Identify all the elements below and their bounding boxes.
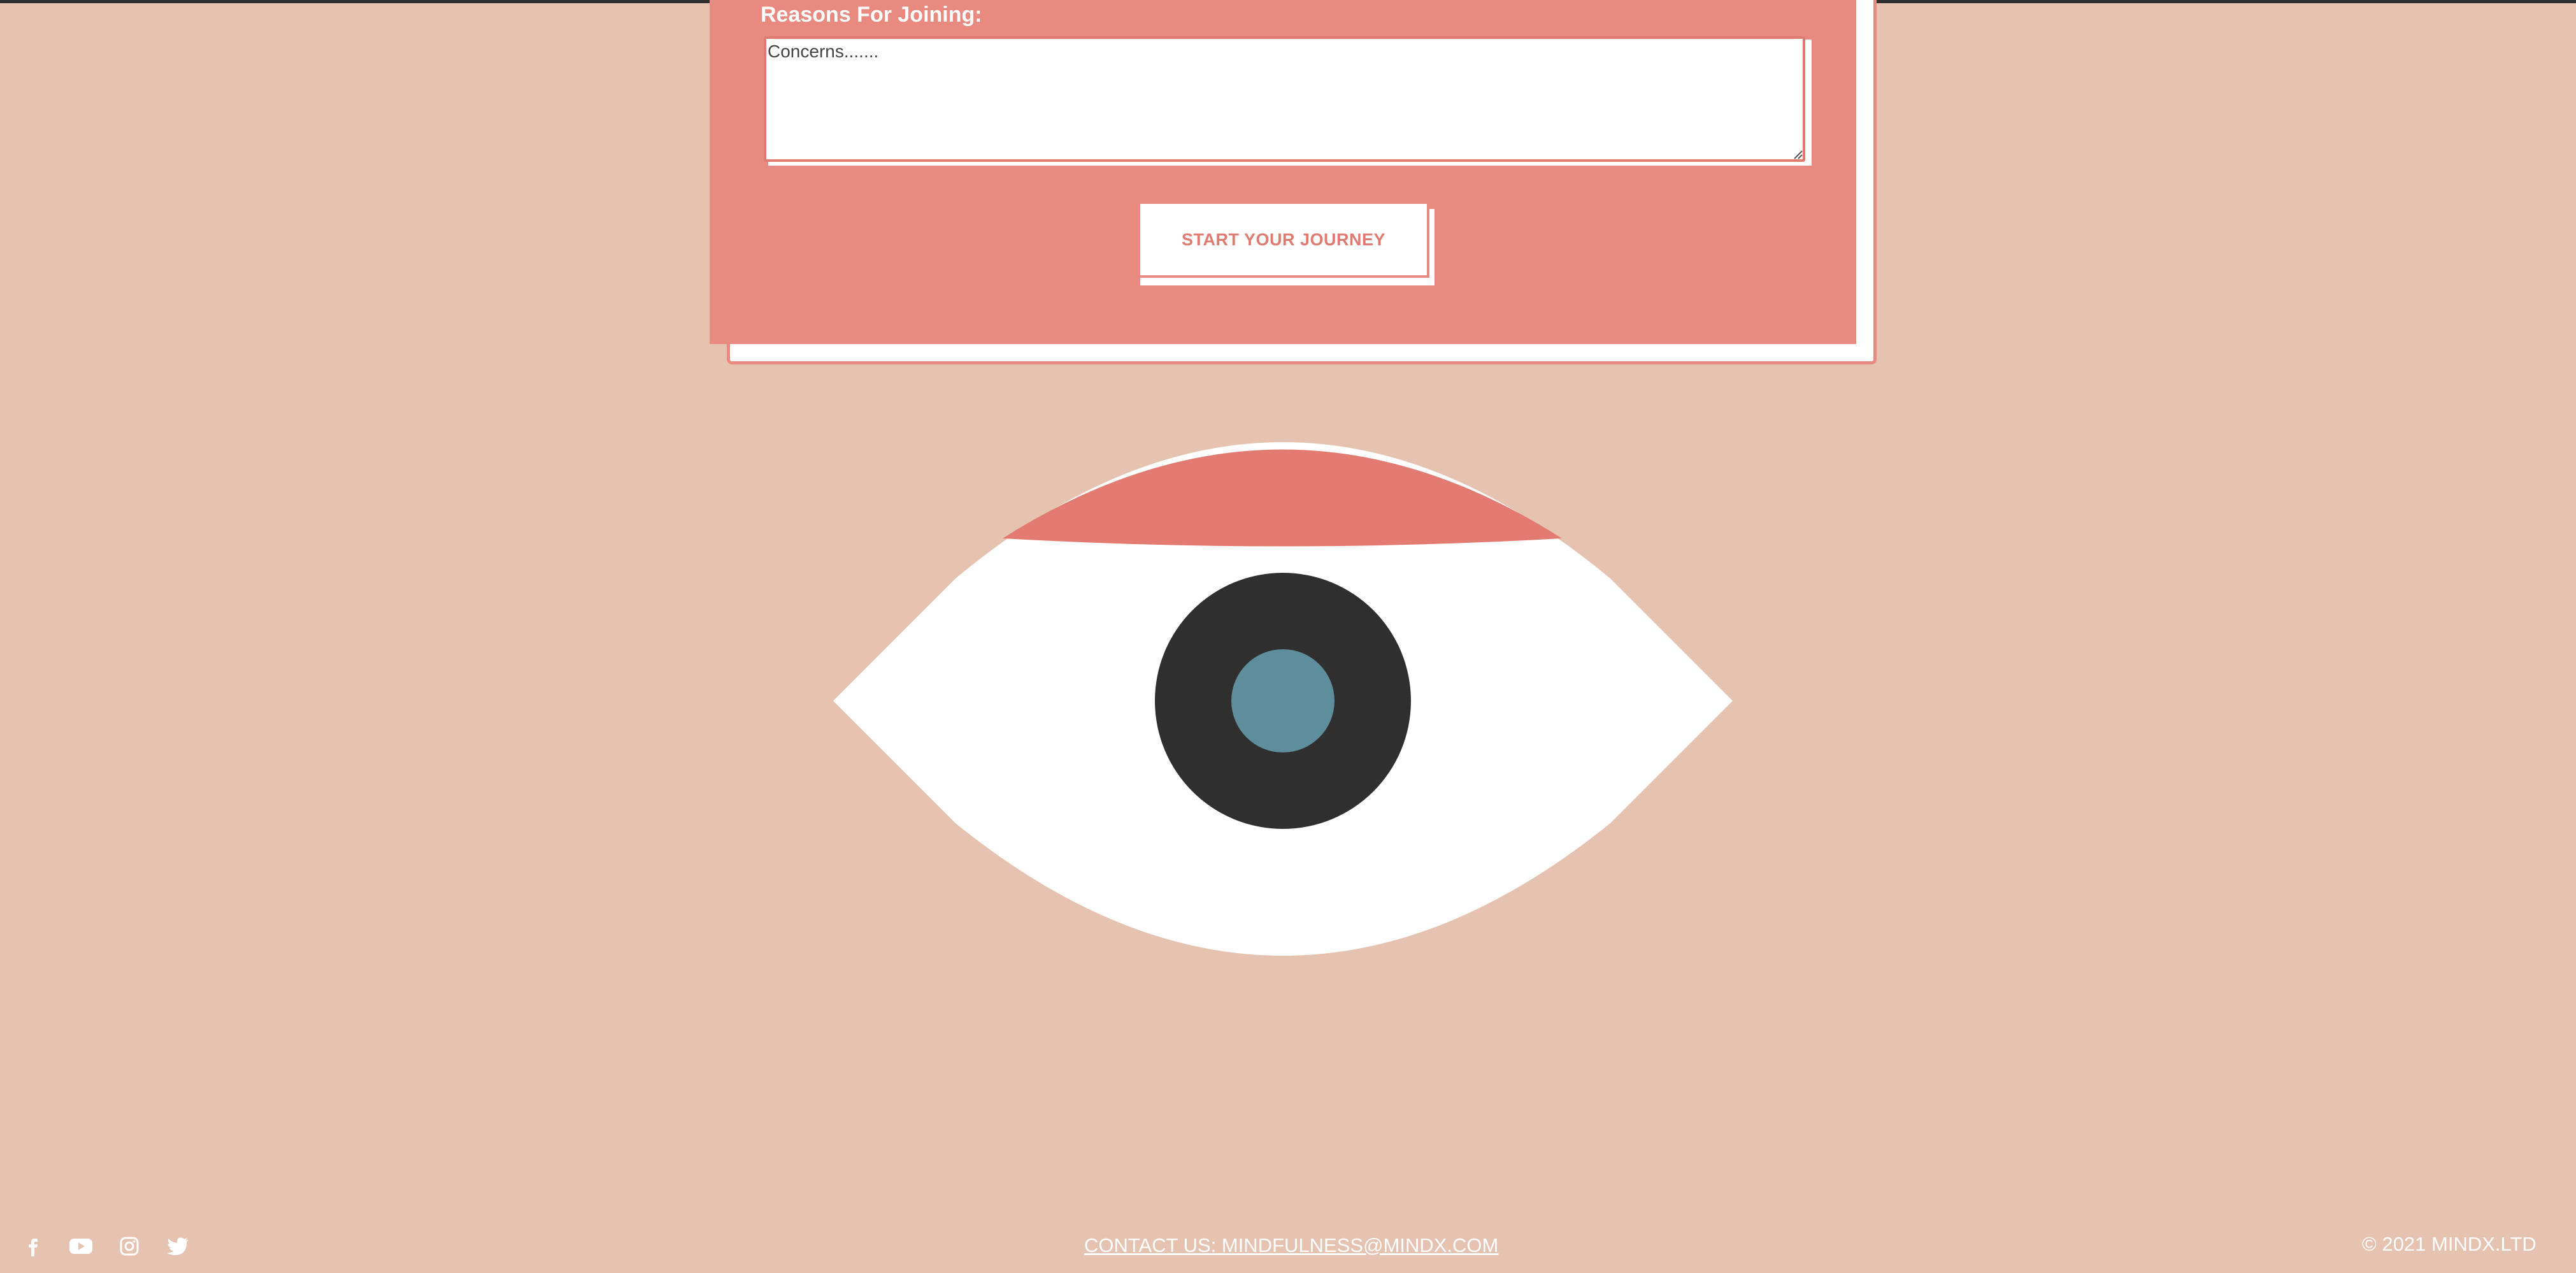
instagram-icon[interactable] <box>120 1233 141 1259</box>
twitter-icon[interactable] <box>167 1233 190 1259</box>
pupil <box>1231 649 1335 752</box>
eyelid <box>1003 449 1562 547</box>
facebook-icon[interactable] <box>24 1233 43 1259</box>
copyright-text: © 2021 MINDX.LTD <box>2362 1233 2537 1255</box>
contact-link[interactable]: CONTACT US: MINDFULNESS@MINDX.COM <box>1084 1234 1498 1257</box>
eye-illustration <box>833 442 1733 956</box>
youtube-icon[interactable] <box>69 1233 94 1259</box>
